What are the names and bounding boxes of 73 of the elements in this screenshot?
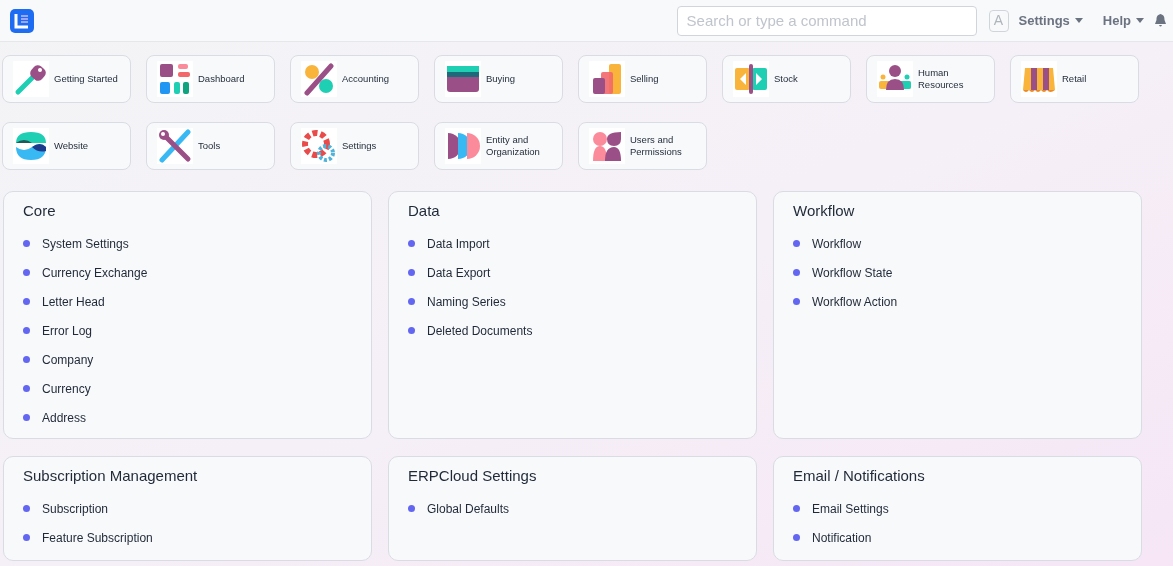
module-tile[interactable]: Website [2,122,131,170]
shortcut-link[interactable]: Letter Head [42,292,105,311]
card-title: Core [23,201,57,221]
module-icon [158,129,192,163]
shortcut-link[interactable]: Workflow State [812,263,893,282]
module-tile[interactable]: Retail [1010,55,1139,103]
module-tile[interactable]: Selling [578,55,707,103]
shortcut-link[interactable]: System Settings [42,234,129,253]
bullet-icon [408,269,415,276]
module-icon [590,129,624,163]
shortcut-link[interactable]: Email Settings [812,499,889,518]
bullet-icon [793,534,800,541]
shortcut-link[interactable]: Currency Exchange [42,263,148,282]
caret-icon [1136,18,1144,23]
shortcut-link[interactable]: Data Import [427,234,490,253]
notification-bell-icon[interactable] [1154,13,1167,28]
module-tile[interactable]: Human Resources [866,55,995,103]
shortcut-link[interactable]: Naming Series [427,292,506,311]
module-tile[interactable]: Dashboard [146,55,275,103]
bullet-icon [23,356,30,363]
shortcut-link[interactable]: Subscription [42,499,109,518]
module-icon [590,62,624,96]
bullet-icon [23,414,30,421]
shortcut-link[interactable]: Address [42,408,87,427]
shortcut-link[interactable]: Deleted Documents [427,321,533,340]
bullet-icon [23,269,30,276]
bullet-icon [408,327,415,334]
module-tile[interactable]: Getting Started [2,55,131,103]
bullet-icon [408,298,415,305]
bullet-icon [793,505,800,512]
shortcut-link[interactable]: Workflow Action [812,292,898,311]
bullet-icon [408,505,415,512]
module-icon [302,62,336,96]
shortcut-link[interactable]: Global Defaults [427,499,510,518]
card-title: Data [408,201,441,221]
module-tile[interactable]: Tools [146,122,275,170]
bullet-icon [793,269,800,276]
module-tile[interactable]: Accounting [290,55,419,103]
module-tile[interactable]: Settings [290,122,419,170]
logo-icon [10,8,34,33]
card-title: Email / Notifications [793,466,926,486]
module-tile[interactable]: Entity and Organization [434,122,563,170]
module-tile[interactable]: Buying [434,55,563,103]
shortcut-link[interactable]: Data Export [427,263,491,282]
bullet-icon [793,240,800,247]
bullet-icon [23,534,30,541]
module-tile[interactable]: Users and Permissions [578,122,707,170]
shortcut-link[interactable]: Company [42,350,94,369]
module-icon [302,129,336,163]
search-field[interactable]: Search or type a command [676,5,977,36]
shortcut-link[interactable]: Feature Subscription [42,528,153,547]
module-icon [734,62,768,96]
card-title: Subscription Management [23,466,199,486]
shortcut-link[interactable]: Workflow [812,234,862,253]
module-icon [14,129,48,163]
bullet-icon [23,385,30,392]
bullet-icon [23,240,30,247]
module-icon [158,62,192,96]
bullet-icon [793,298,800,305]
shortcut-link[interactable]: Error Log [42,321,93,340]
card-title: Workflow [793,201,856,221]
dropdown-menu[interactable]: Settings [1018,10,1083,31]
bullet-icon [23,298,30,305]
bullet-icon [23,327,30,334]
card-title: ERPCloud Settings [408,466,538,486]
dropdown-menu[interactable]: Help [1102,10,1144,31]
shortcut-link[interactable]: Currency [42,379,91,398]
shortcut-link[interactable]: Notification [812,528,872,547]
bullet-icon [23,505,30,512]
module-tile[interactable]: Stock [722,55,851,103]
module-icon [14,62,48,96]
bullet-icon [408,240,415,247]
caret-icon [1074,18,1083,23]
